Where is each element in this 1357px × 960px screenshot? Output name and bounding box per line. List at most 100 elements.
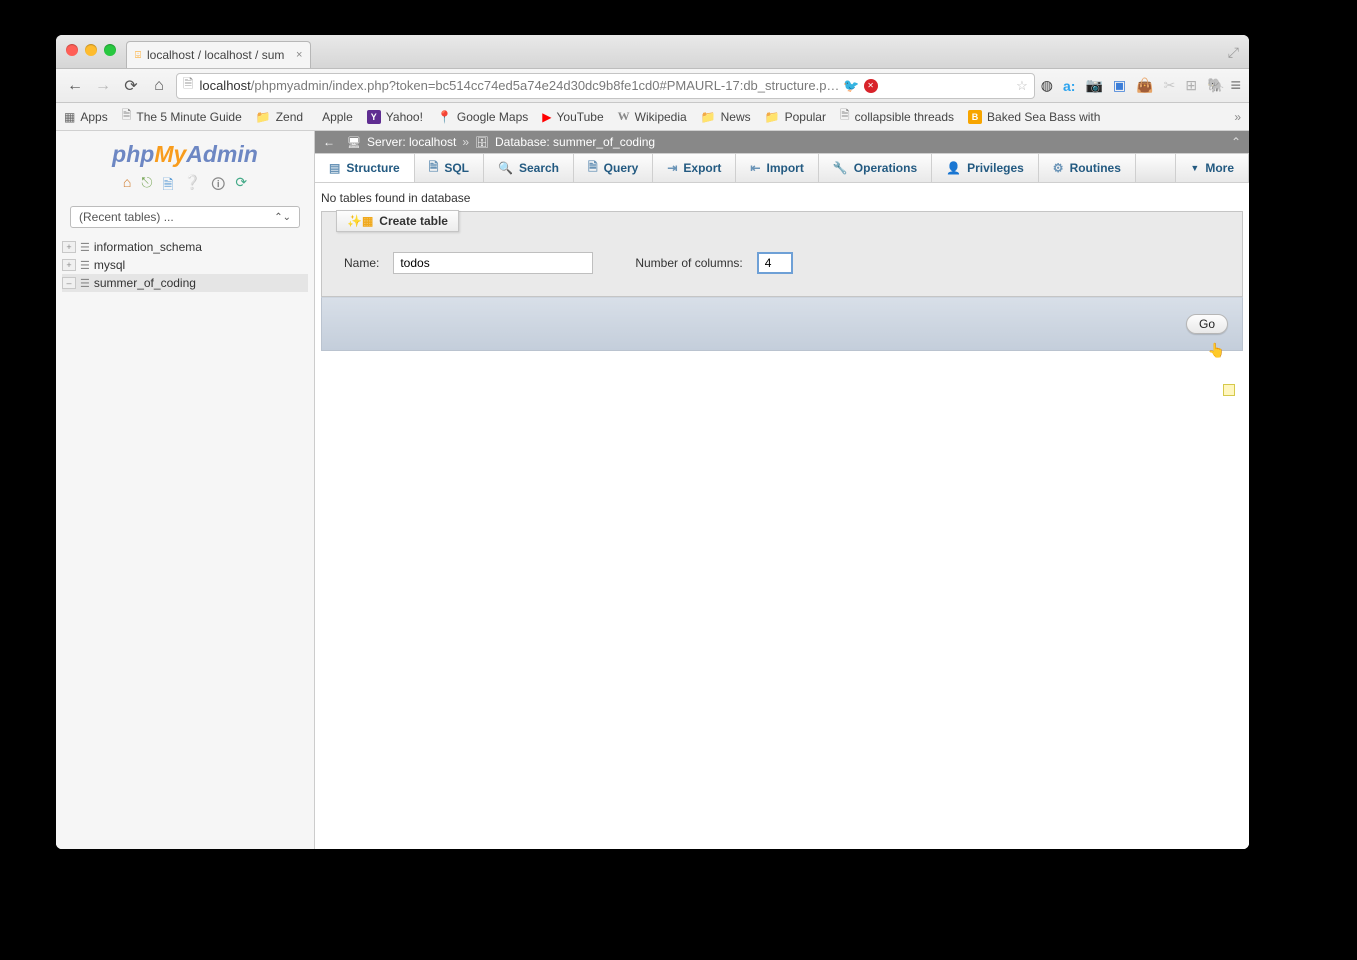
twitter-ext-icon[interactable]: 🐦: [843, 78, 859, 94]
url-path: /phpmyadmin/index.php?token=bc514cc74ed5…: [251, 78, 840, 93]
folder-icon: 📁: [256, 110, 271, 124]
tab-search[interactable]: 🔍Search: [484, 154, 574, 182]
tab-label: Routines: [1070, 161, 1121, 175]
recent-tables-select[interactable]: (Recent tables) ... ⌃⌄: [70, 206, 300, 228]
ext-icon[interactable]: ✂: [1164, 77, 1176, 94]
bookmark-gmaps[interactable]: 📍Google Maps: [437, 110, 528, 124]
bookmark-label: Zend: [276, 110, 303, 124]
sql-icon[interactable]: 🗎: [162, 174, 173, 198]
operations-icon: 🔧: [833, 161, 848, 175]
settings-icon[interactable]: 🛈: [211, 174, 225, 198]
bookmark-wikipedia[interactable]: WWikipedia: [618, 109, 687, 124]
tab-query[interactable]: 🗎Query: [574, 154, 653, 182]
db-label: information_schema: [94, 240, 202, 254]
ext-icon[interactable]: 📷: [1085, 77, 1102, 94]
extension-icons: ◍ a: 📷 ▣ 👜 ✂ ⊞ 🐘: [1041, 77, 1225, 94]
ext-icon[interactable]: ▣: [1113, 77, 1126, 94]
tab-privileges[interactable]: 👤Privileges: [932, 154, 1039, 182]
import-icon: ⇤: [750, 161, 760, 175]
ext-icon[interactable]: ⊞: [1185, 77, 1197, 94]
logo-text-my: My: [154, 141, 186, 167]
table-name-input[interactable]: [393, 252, 593, 274]
collapse-icon[interactable]: –: [62, 277, 76, 289]
docs-icon[interactable]: ❔: [184, 174, 201, 198]
evernote-ext-icon[interactable]: 🐘: [1207, 77, 1224, 94]
breadcrumb-database[interactable]: Database: summer_of_coding: [495, 135, 655, 149]
chrome-toolbar: ← → ⟳ ⌂ 🗎 localhost /phpmyadmin/index.ph…: [56, 69, 1249, 103]
bookmarks-overflow-icon[interactable]: »: [1234, 110, 1241, 124]
bookmark-yahoo[interactable]: YYahoo!: [367, 110, 423, 124]
site-info-icon[interactable]: 🗎: [183, 75, 193, 97]
home-icon[interactable]: ⌂: [123, 174, 131, 198]
bookmark-youtube[interactable]: ▶YouTube: [542, 110, 603, 124]
tab-label: Structure: [346, 161, 399, 175]
close-window-button[interactable]: [66, 44, 78, 56]
num-columns-input[interactable]: [757, 252, 793, 274]
db-node-mysql[interactable]: + ☰ mysql: [62, 256, 308, 274]
tab-operations[interactable]: 🔧Operations: [819, 154, 932, 182]
bookmark-item[interactable]: BBaked Sea Bass with: [968, 110, 1100, 124]
bookmark-label: YouTube: [557, 110, 604, 124]
expand-icon[interactable]: +: [62, 259, 76, 271]
browser-tab[interactable]: ⌹ localhost / localhost / sum ×: [126, 41, 311, 68]
enter-fullscreen-icon[interactable]: ⤢: [1228, 44, 1239, 61]
tab-routines[interactable]: ⚙Routines: [1039, 154, 1136, 182]
reload-icon[interactable]: ⟳: [235, 174, 247, 198]
db-node-summer-of-coding[interactable]: – ☰ summer_of_coding: [62, 274, 308, 292]
database-icon: ☰: [80, 241, 90, 254]
sticky-note-icon[interactable]: [1223, 384, 1235, 396]
tab-title: localhost / localhost / sum: [147, 48, 284, 62]
minimize-window-button[interactable]: [85, 44, 97, 56]
bookmark-folder-news[interactable]: 📁News: [701, 110, 751, 124]
breadcrumb-separator: »: [462, 135, 469, 149]
breadcrumb-back-icon[interactable]: ←: [323, 135, 341, 149]
ext-icon[interactable]: ◍: [1041, 77, 1053, 94]
page-icon: 🗎: [122, 106, 132, 127]
bookmark-star-icon[interactable]: ☆: [1016, 78, 1028, 94]
tab-label: More: [1205, 161, 1234, 175]
expand-icon[interactable]: +: [62, 241, 76, 253]
bookmarks-bar: ▦Apps 🗎The 5 Minute Guide 📁Zend Apple YY…: [56, 103, 1249, 131]
bookmark-apple[interactable]: Apple: [317, 110, 353, 124]
back-button[interactable]: ←: [64, 77, 86, 95]
chrome-menu-icon[interactable]: ≡: [1230, 75, 1241, 96]
bookmark-folder-zend[interactable]: 📁 Zend: [256, 110, 303, 124]
bookmark-item[interactable]: 🗎collapsible threads: [840, 106, 954, 127]
address-bar[interactable]: 🗎 localhost /phpmyadmin/index.php?token=…: [176, 73, 1035, 99]
home-button[interactable]: ⌂: [148, 77, 170, 95]
bookmark-label: The 5 Minute Guide: [136, 110, 241, 124]
ext-icon[interactable]: 👜: [1136, 77, 1153, 94]
tab-export[interactable]: ⇥Export: [653, 154, 736, 182]
search-icon: 🔍: [498, 161, 513, 175]
zoom-window-button[interactable]: [104, 44, 116, 56]
tab-more[interactable]: ▼ More: [1175, 154, 1249, 182]
bookmark-item[interactable]: 🗎 The 5 Minute Guide: [122, 106, 242, 127]
tab-sql[interactable]: 🗎SQL: [415, 154, 484, 182]
ext-icon[interactable]: a:: [1063, 78, 1075, 94]
panel-collapse-icon[interactable]: ⌃: [1231, 135, 1241, 149]
yahoo-icon: Y: [367, 110, 381, 124]
bookmark-apps[interactable]: ▦Apps: [64, 110, 108, 124]
tab-close-icon[interactable]: ×: [296, 49, 302, 61]
reload-button[interactable]: ⟳: [120, 76, 142, 96]
bookmark-label: collapsible threads: [855, 110, 954, 124]
db-node-information-schema[interactable]: + ☰ information_schema: [62, 238, 308, 256]
bookmark-label: Popular: [785, 110, 826, 124]
server-icon: 🖥: [347, 136, 361, 149]
bookmark-label: Apps: [80, 110, 107, 124]
bookmark-folder-popular[interactable]: 📁Popular: [765, 110, 826, 124]
logout-icon[interactable]: ⎋: [141, 174, 152, 198]
caret-down-icon: ▼: [1190, 163, 1199, 173]
tab-label: Import: [766, 161, 803, 175]
tab-import[interactable]: ⇤ Import: [736, 154, 818, 182]
phpmyadmin-logo[interactable]: phpMyAdmin: [56, 137, 314, 170]
sql-icon: 🗎: [429, 158, 439, 179]
adblock-ext-icon[interactable]: ✕: [864, 79, 878, 93]
bookmark-label: Baked Sea Bass with: [987, 110, 1100, 124]
folder-icon: 📁: [701, 110, 716, 124]
tab-structure[interactable]: ▤Structure: [315, 154, 415, 182]
breadcrumb-server[interactable]: Server: localhost: [367, 135, 456, 149]
bookmark-label: Apple: [322, 110, 353, 124]
forward-button[interactable]: →: [92, 77, 114, 95]
go-button[interactable]: Go: [1186, 314, 1228, 334]
